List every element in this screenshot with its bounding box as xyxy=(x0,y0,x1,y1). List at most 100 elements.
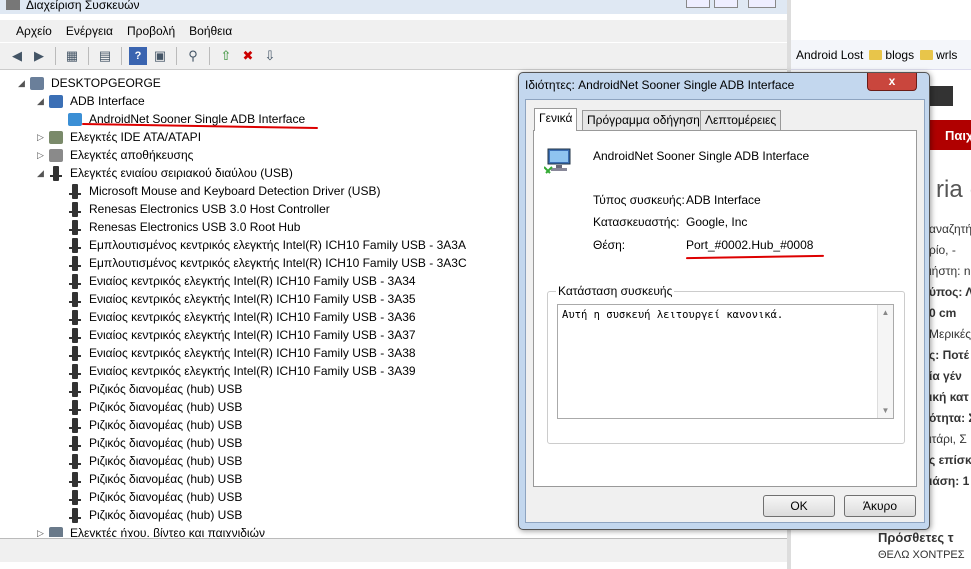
tab-general[interactable]: Γενικά xyxy=(534,108,578,131)
ok-button[interactable]: OK xyxy=(763,495,835,517)
menu-file[interactable]: Αρχείο xyxy=(16,24,52,38)
expand-arrow-icon[interactable]: ▷ xyxy=(37,146,44,164)
collapse-arrow-icon[interactable]: ◢ xyxy=(37,92,44,110)
page-text-fragment: ική κατ xyxy=(929,390,969,404)
update-driver-icon[interactable]: ⇧ xyxy=(217,47,235,65)
cancel-button[interactable]: Άκυρο xyxy=(844,495,916,517)
tab-panel-general: AndroidNet Sooner Single ADB Interface Τ… xyxy=(533,130,917,487)
forward-arrow-icon[interactable]: ▶ xyxy=(30,47,48,65)
toolbar-separator xyxy=(176,47,177,65)
tree-node-label: DESKTOPGEORGE xyxy=(51,76,161,90)
usb-icon xyxy=(69,310,81,325)
collapse-arrow-icon[interactable]: ◢ xyxy=(18,74,25,92)
usb-icon xyxy=(69,274,81,289)
tree-node-label: Ενιαίος κεντρικός ελεγκτής Intel(R) ICH1… xyxy=(89,328,416,342)
tree-node-label: Ενιαίος κεντρικός ελεγκτής Intel(R) ICH1… xyxy=(89,274,416,288)
computer-icon xyxy=(30,77,44,90)
back-arrow-icon[interactable]: ◀ xyxy=(8,47,26,65)
scroll-up-icon[interactable]: ▲ xyxy=(878,308,893,317)
dialog-close-button[interactable]: x xyxy=(867,73,917,91)
tree-node-label: Ριζικός διανομέας (hub) USB xyxy=(89,418,243,432)
close-button[interactable] xyxy=(748,0,776,8)
usb-icon xyxy=(69,346,81,361)
uninstall-icon[interactable]: ✖ xyxy=(239,47,257,65)
expand-arrow-icon[interactable]: ▷ xyxy=(37,128,44,146)
tree-node-label: Εμπλουτισμένος κεντρικός ελεγκτής Intel(… xyxy=(89,256,467,270)
tree-node-label: Ριζικός διανομέας (hub) USB xyxy=(89,400,243,414)
device-status-group-title: Κατάσταση συσκευής xyxy=(556,284,675,298)
usb-icon xyxy=(69,436,81,451)
ide-controller-icon xyxy=(49,131,63,144)
location-label: Θέση: xyxy=(593,238,626,252)
tree-node-label: Renesas Electronics USB 3.0 Root Hub xyxy=(89,220,301,234)
menu-bar: Αρχείο Ενέργεια Προβολή Βοήθεια xyxy=(0,20,787,42)
device-manager-titlebar: Διαχείριση Συσκευών xyxy=(0,0,791,14)
device-status-group: Κατάσταση συσκευής Αυτή η συσκευή λειτου… xyxy=(547,284,905,444)
adb-device-icon xyxy=(68,113,82,126)
page-text-fragment: ιήστη: n xyxy=(929,264,971,278)
scan-hardware-icon[interactable]: ⚲ xyxy=(184,47,202,65)
menu-view[interactable]: Προβολή xyxy=(127,24,175,38)
menu-help[interactable]: Βοήθεια xyxy=(189,24,232,38)
page-text-fragment: αναζητή xyxy=(929,222,971,236)
manufacturer-value: Google, Inc xyxy=(686,215,748,229)
usb-icon xyxy=(69,418,81,433)
page-text-fragment: ύπος: Λι xyxy=(929,285,971,299)
help-icon[interactable]: ? xyxy=(129,47,147,65)
site-nav-item[interactable]: Παιχ xyxy=(929,120,971,150)
page-text-fragment: ρίο, - xyxy=(929,243,956,257)
status-bar xyxy=(0,538,787,562)
tree-node-label: Ελεγκτές ενιαίου σειριακού διαύλου (USB) xyxy=(70,166,293,180)
details-view-icon[interactable]: ▣ xyxy=(151,47,169,65)
tree-node-label: Ριζικός διανομέας (hub) USB xyxy=(89,472,243,486)
scroll-down-icon[interactable]: ▼ xyxy=(878,406,893,415)
tree-node-label: Ριζικός διανομέας (hub) USB xyxy=(89,436,243,450)
toolbar-separator xyxy=(88,47,89,65)
usb-icon xyxy=(69,454,81,469)
tree-node-label: Ελεγκτές ήχου, βίντεο και παιχνιδιών xyxy=(70,526,265,537)
page-text-fragment: ς επίσκ xyxy=(929,453,971,467)
toolbar-separator xyxy=(121,47,122,65)
expand-arrow-icon[interactable]: ▷ xyxy=(37,524,44,537)
show-hide-tree-icon[interactable]: ▦ xyxy=(63,47,81,65)
footer-text: ΘΕΛΩ ΧΟΝΤΡΕΣ xyxy=(878,549,965,561)
page-text-fragment: ιτάρι, Σ xyxy=(929,432,967,446)
page-text-fragment: ιάση: 1 xyxy=(929,474,970,488)
device-type-label: Τύπος συσκευής: xyxy=(593,193,685,207)
adb-device-icon xyxy=(543,147,576,175)
disable-device-icon[interactable]: ⇩ xyxy=(261,47,279,65)
site-logo-icon xyxy=(929,86,953,106)
tree-node-label: Renesas Electronics USB 3.0 Host Control… xyxy=(89,202,330,216)
bookmark-wrls[interactable]: wrls xyxy=(920,48,957,62)
tree-node-label: Ριζικός διανομέας (hub) USB xyxy=(89,508,243,522)
usb-icon xyxy=(69,472,81,487)
tree-node-label: Ριζικός διανομέας (hub) USB xyxy=(89,454,243,468)
page-text-fragment: ς: Ποτέ xyxy=(929,348,970,362)
bookmark-blogs[interactable]: blogs xyxy=(869,48,914,62)
tree-node-label: Ριζικός διανομέας (hub) USB xyxy=(89,382,243,396)
page-text-fragment: ία γέν xyxy=(929,369,962,383)
page-text-fragment: Μερικές xyxy=(929,327,971,341)
tab-driver[interactable]: Πρόγραμμα οδήγησης xyxy=(582,110,711,130)
usb-icon xyxy=(69,400,81,415)
tree-node-label: Ριζικός διανομέας (hub) USB xyxy=(89,490,243,504)
manufacturer-label: Κατασκευαστής: xyxy=(593,215,680,229)
footer-heading: Πρόσθετες τ xyxy=(878,530,954,545)
minimize-button[interactable] xyxy=(686,0,710,8)
bookmark-android-lost[interactable]: Android Lost xyxy=(796,48,863,62)
maximize-button[interactable] xyxy=(714,0,738,8)
device-status-textbox[interactable]: Αυτή η συσκευή λειτουργεί κανονικά. ▲ ▼ xyxy=(557,304,894,419)
tree-node-label: Εμπλουτισμένος κεντρικός ελεγκτής Intel(… xyxy=(89,238,466,252)
toolbar-separator xyxy=(55,47,56,65)
properties-icon[interactable]: ▤ xyxy=(96,47,114,65)
tree-node-label: Ενιαίος κεντρικός ελεγκτής Intel(R) ICH1… xyxy=(89,346,416,360)
usb-icon xyxy=(69,328,81,343)
status-scrollbar[interactable]: ▲ ▼ xyxy=(877,305,893,418)
usb-icon xyxy=(69,256,81,271)
menu-action[interactable]: Ενέργεια xyxy=(66,24,113,38)
tab-details[interactable]: Λεπτομέρειες xyxy=(700,110,782,130)
dialog-body: Γενικά Πρόγραμμα οδήγησης Λεπτομέρειες A… xyxy=(525,99,925,523)
tree-node-label: Microsoft Mouse and Keyboard Detection D… xyxy=(89,184,381,198)
collapse-arrow-icon[interactable]: ◢ xyxy=(37,164,44,182)
usb-icon xyxy=(69,238,81,253)
